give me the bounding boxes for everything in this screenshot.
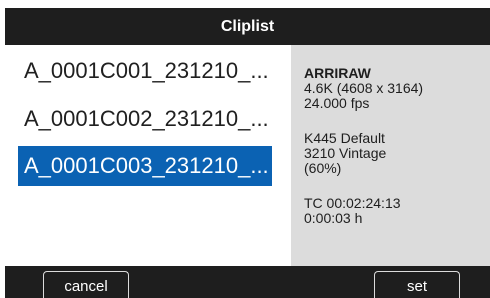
look-label: K445 Default: [304, 130, 385, 146]
bottom-bar: cancel set: [5, 266, 490, 298]
lut-label: 3210 Vintage: [304, 145, 387, 161]
lut-strength-label: (60%): [304, 160, 342, 176]
resolution-label: 4.6K (4608 x 3164): [304, 80, 424, 96]
cancel-button[interactable]: cancel: [43, 271, 129, 298]
clip-item[interactable]: A_0001C001_231210_...: [18, 51, 272, 91]
clip-list[interactable]: A_0001C001_231210_... A_0001C002_231210_…: [5, 45, 291, 266]
clip-item-selected[interactable]: A_0001C003_231210_...: [18, 146, 272, 186]
cliplist-dialog: Cliplist A_0001C001_231210_... A_0001C00…: [5, 8, 490, 298]
duration-label: 0:00:03 h: [304, 210, 363, 226]
clip-info-panel: ARRIRAW 4.6K (4608 x 3164) 24.000 fps K4…: [291, 45, 490, 266]
timecode-label: TC 00:02:24:13: [304, 195, 401, 211]
title-bar: Cliplist: [5, 8, 490, 45]
codec-label: ARRIRAW: [304, 65, 371, 81]
dialog-title: Cliplist: [220, 17, 275, 35]
fps-label: 24.000 fps: [304, 95, 370, 111]
clip-item[interactable]: A_0001C002_231210_...: [18, 99, 272, 139]
set-button[interactable]: set: [374, 271, 460, 298]
